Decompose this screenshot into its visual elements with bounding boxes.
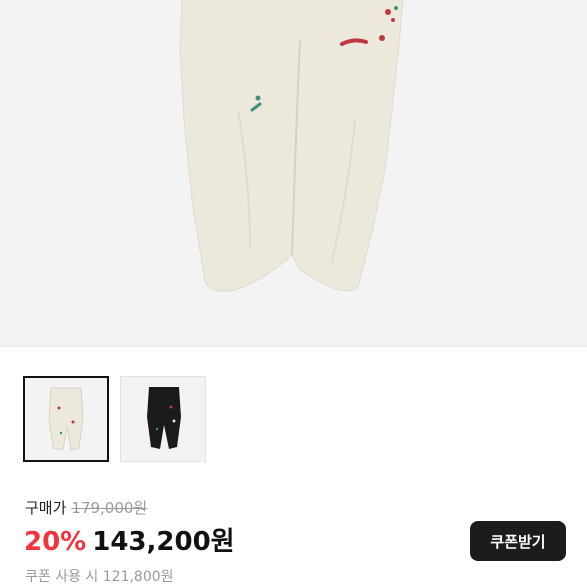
price-label-row: 구매가 179,000원 xyxy=(25,497,147,518)
sale-price: 143,200원 xyxy=(92,527,235,557)
sale-price-row: 20% 143,200원 xyxy=(24,525,235,559)
thumbnail-black[interactable] xyxy=(120,376,206,462)
product-main-image xyxy=(0,0,587,346)
get-coupon-button[interactable]: 쿠폰받기 xyxy=(470,521,566,561)
section-divider xyxy=(0,346,587,347)
price-label: 구매가 xyxy=(25,499,67,517)
original-price: 179,000원 xyxy=(71,499,148,517)
coupon-price-text: 쿠폰 사용 시 121,800원 xyxy=(25,569,174,585)
discount-percent: 20% xyxy=(24,527,87,557)
thumbnail-cream[interactable] xyxy=(23,376,109,462)
